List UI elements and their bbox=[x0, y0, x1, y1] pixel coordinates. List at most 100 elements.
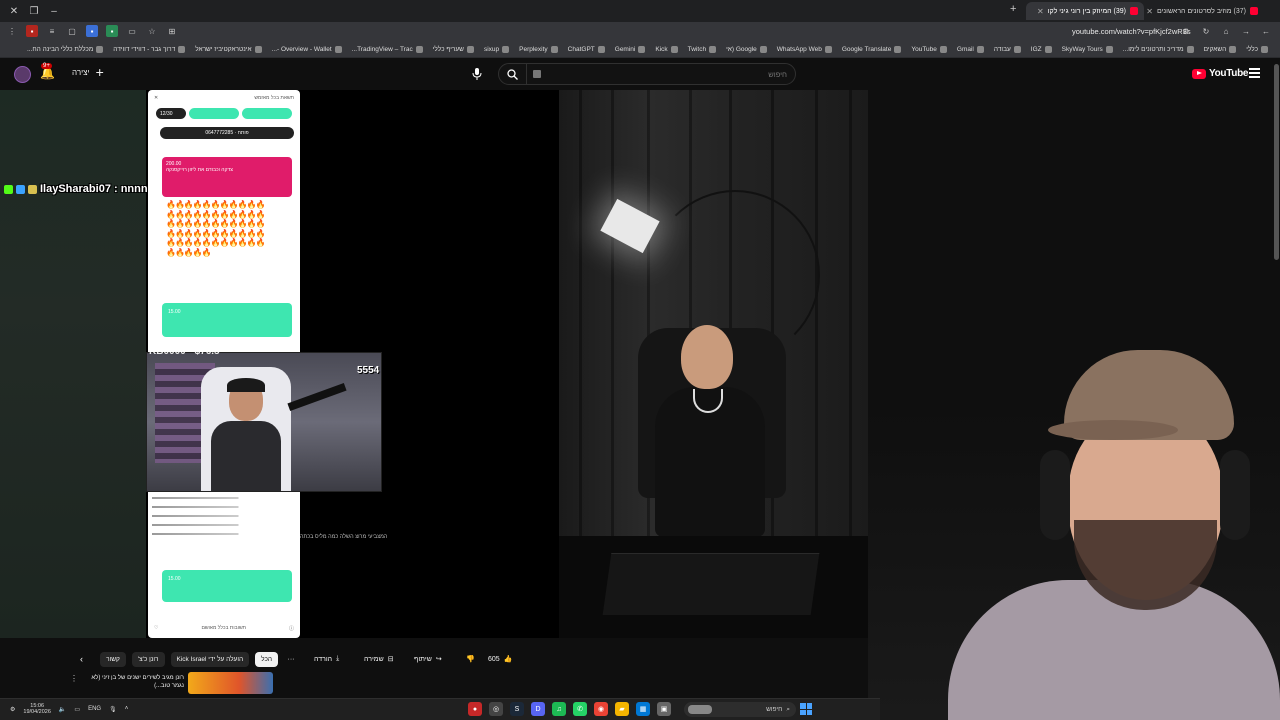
chevron-up-icon[interactable]: ˄ bbox=[125, 706, 129, 712]
taskbar-search-label: חיפוש bbox=[766, 706, 783, 713]
bookmark-item[interactable]: Google Translate bbox=[842, 46, 902, 53]
bookmark-item[interactable]: Twitch bbox=[687, 46, 717, 53]
minimize-window-icon[interactable]: – bbox=[46, 3, 62, 19]
bookmark-item[interactable]: אינטראקטיביז ישראל bbox=[195, 46, 262, 53]
address-bar[interactable]: youtube.com/watch?v=pfKjcf2wR3s bbox=[1072, 27, 1191, 36]
youtube-logo[interactable]: YouTube bbox=[1192, 68, 1249, 79]
bookmark-item[interactable]: SkyWay Tours bbox=[1062, 46, 1113, 53]
windows-start-icon[interactable] bbox=[800, 703, 812, 715]
download-button[interactable]: הורדה ⤓ bbox=[306, 648, 347, 670]
close-tab-icon[interactable]: ✕ bbox=[1037, 7, 1044, 16]
browser-tab[interactable]: (37) מוזיב לסרטונים הראשונים ✕ bbox=[1146, 2, 1264, 20]
extensions-puzzle-icon[interactable]: ▢ bbox=[66, 25, 78, 37]
search-button[interactable] bbox=[499, 64, 527, 84]
bookmark-item[interactable]: Kick bbox=[655, 46, 678, 53]
share-button[interactable]: שיתוף ↪ bbox=[406, 648, 450, 670]
filter-chip[interactable]: קשור bbox=[100, 652, 126, 667]
taskbar-search[interactable]: חיפוש ⌕ bbox=[684, 702, 796, 717]
mic-icon[interactable]: 🎙 bbox=[109, 706, 117, 713]
filter-chip[interactable]: הכל bbox=[255, 652, 278, 667]
bookmark-item[interactable]: Gemini bbox=[615, 46, 646, 53]
bookmark-item[interactable]: השאקים bbox=[1204, 46, 1237, 53]
video-actions-bar: 605 👍 👎 שיתוף ↪ שמירה ⊟ הורדה ⤓ ··· bbox=[0, 648, 560, 672]
recommended-video-thumbnail[interactable] bbox=[188, 672, 273, 694]
back-icon[interactable]: ← bbox=[1260, 25, 1272, 37]
whatsapp-icon[interactable]: ✆ bbox=[573, 702, 587, 716]
steam-icon[interactable]: S bbox=[510, 702, 524, 716]
forward-icon[interactable]: → bbox=[1240, 25, 1252, 37]
phone-bar: 0647772285 · פותח bbox=[160, 127, 294, 139]
spotify-icon[interactable]: ♫ bbox=[552, 702, 566, 716]
bookmark-item[interactable]: YouTube bbox=[911, 46, 947, 53]
app-icon[interactable]: ◎ bbox=[489, 702, 503, 716]
filter-chip[interactable]: רונן כ'צ' bbox=[131, 652, 165, 667]
recommended-video-title[interactable]: רונן מגיב לשירים ישנים של בן זיני (לא נג… bbox=[80, 674, 184, 690]
app-icon[interactable]: ● bbox=[468, 702, 482, 716]
bookmark-item[interactable]: עבודה bbox=[994, 46, 1021, 53]
microphone-icon[interactable] bbox=[469, 66, 485, 82]
close-window-icon[interactable]: ✕ bbox=[6, 3, 22, 19]
extension-icon[interactable]: ▪ bbox=[106, 25, 118, 37]
taskbar-clock[interactable]: 15:06 19/04/2026 bbox=[23, 703, 51, 715]
bookmark-item[interactable]: sixup bbox=[484, 46, 510, 53]
more-actions-button[interactable]: ··· bbox=[280, 648, 302, 670]
folder-icon[interactable]: ▰ bbox=[615, 702, 629, 716]
avatar[interactable] bbox=[14, 66, 31, 83]
app-icon[interactable]: ▣ bbox=[657, 702, 671, 716]
create-button[interactable]: יצירה + bbox=[72, 65, 104, 79]
extension-icon[interactable]: ≡ bbox=[46, 25, 58, 37]
bookmark-item[interactable]: מדריכ ותרטונים לימו... bbox=[1123, 46, 1194, 53]
bookmark-label: Twitch bbox=[687, 46, 707, 53]
bookmark-item[interactable]: Overview - Wallet -... bbox=[272, 46, 342, 53]
share-icon: ↪ bbox=[435, 656, 442, 663]
volume-icon[interactable]: 🔈 bbox=[59, 706, 66, 713]
menu-hamburger-icon[interactable] bbox=[1249, 68, 1260, 80]
display-icon[interactable]: ▭ bbox=[74, 706, 80, 713]
discord-icon[interactable]: D bbox=[531, 702, 545, 716]
bookmark-item[interactable]: IGZ bbox=[1031, 46, 1052, 53]
keyboard-icon[interactable] bbox=[533, 70, 541, 78]
bookmark-favicon-icon bbox=[1186, 46, 1194, 53]
dislike-button[interactable]: 👎 bbox=[458, 648, 480, 670]
bookmark-item[interactable]: TradingView – Trac... bbox=[352, 46, 423, 53]
bookmark-item[interactable]: Gmail bbox=[957, 46, 984, 53]
recommended-video[interactable]: ⋮ רונן מגיב לשירים ישנים של בן זיני (לא … bbox=[70, 672, 280, 696]
extension-icon[interactable]: ▪ bbox=[26, 25, 38, 37]
more-dots-icon[interactable]: ⋮ bbox=[70, 674, 78, 683]
bookmark-item[interactable]: Google (אי bbox=[726, 46, 767, 53]
settings-icon[interactable]: ⚙ bbox=[10, 706, 15, 713]
thumbs-up-icon: 👍 bbox=[503, 656, 513, 663]
restore-window-icon[interactable]: ❐ bbox=[26, 3, 42, 19]
windows-taskbar: ⚙ 15:06 19/04/2026 🔈 ▭ ENG 🎙 ˄ ● ◎ S D ♫… bbox=[0, 698, 880, 720]
home-icon[interactable]: ⌂ bbox=[1220, 25, 1232, 37]
bookmark-label: כללי bbox=[1246, 46, 1258, 53]
filter-chip[interactable]: הועלה על ידי Kick Israel bbox=[170, 652, 250, 667]
bookmark-item[interactable]: WhatsApp Web bbox=[777, 46, 832, 53]
bookmark-item[interactable]: כללי bbox=[1246, 46, 1268, 53]
tune-icon[interactable]: ⚙ bbox=[1180, 25, 1192, 37]
menu-dots-icon[interactable]: ⋮ bbox=[6, 25, 18, 37]
chrome-icon[interactable]: ◉ bbox=[594, 702, 608, 716]
close-tab-icon[interactable]: ✕ bbox=[1146, 7, 1153, 16]
reload-icon[interactable]: ↻ bbox=[1200, 25, 1212, 37]
bookmark-item[interactable]: Perplexity bbox=[519, 46, 558, 53]
bookmark-star-icon[interactable]: ☆ bbox=[146, 25, 158, 37]
bookmark-item[interactable]: מכללת כללי הבינה הח... bbox=[27, 46, 104, 53]
install-app-icon[interactable]: ⊞ bbox=[166, 25, 178, 37]
extension-icon[interactable]: ▪ bbox=[86, 25, 98, 37]
new-tab-button[interactable]: + bbox=[1010, 3, 1016, 15]
app-icon[interactable]: ▦ bbox=[636, 702, 650, 716]
language-indicator[interactable]: ENG bbox=[88, 706, 101, 712]
cast-icon[interactable]: ▭ bbox=[126, 25, 138, 37]
browser-tab-active[interactable]: (39) המיוזק בין רוני גיני לקו ✕ bbox=[1026, 2, 1144, 20]
search-input[interactable] bbox=[587, 67, 787, 81]
chevron-left-icon[interactable]: ‹ bbox=[80, 654, 83, 664]
scrollbar[interactable] bbox=[1274, 64, 1279, 260]
bookmark-item[interactable]: ChatGPT bbox=[568, 46, 605, 53]
bookmark-icon: ⊟ bbox=[387, 656, 394, 663]
like-button[interactable]: 605 👍 bbox=[480, 648, 520, 670]
bookmark-favicon-icon bbox=[759, 46, 767, 53]
bookmark-item[interactable]: דרוך גבר - דווידי דווידה bbox=[113, 46, 186, 53]
bookmark-item[interactable]: שעריף כללי bbox=[433, 46, 474, 53]
save-button[interactable]: שמירה ⊟ bbox=[356, 648, 402, 670]
